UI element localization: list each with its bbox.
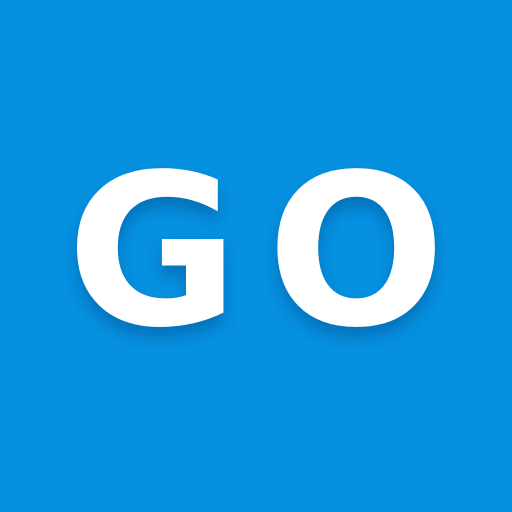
app-icon-label: GO <box>66 129 474 374</box>
app-icon[interactable]: GO <box>0 0 512 512</box>
